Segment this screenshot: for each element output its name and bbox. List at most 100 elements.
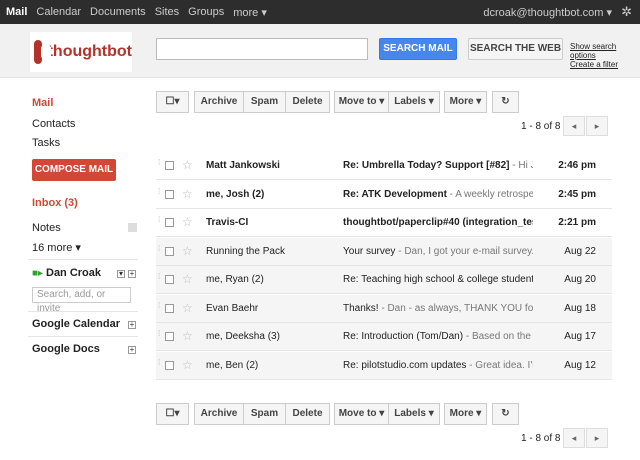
nav-calendar[interactable]: Calendar (36, 6, 81, 19)
add-chat-icon[interactable]: + (128, 270, 136, 278)
row-checkbox[interactable] (165, 189, 174, 199)
labels-button[interactable]: Labels ▾ (388, 91, 440, 113)
email-row[interactable]: ⁞ ☆ Travis-CI thoughtbot/paperclip#40 (inte… (156, 209, 612, 237)
expand-calendar-icon[interactable]: + (128, 321, 136, 329)
email-subject: Thanks! - Dan - as always, THANK YOU for… (343, 303, 533, 314)
drag-handle-icon[interactable]: ⁞ (158, 244, 162, 257)
sidebar-notes[interactable]: Notes (32, 222, 61, 234)
email-row[interactable]: ⁞ ☆ Evan Baehr Thanks! - Dan - as always, T… (156, 294, 612, 323)
email-row[interactable]: ⁞ ☆ me, Josh (2) Re: ATK Development - A we… (156, 181, 612, 209)
email-date: 2:21 pm (558, 217, 596, 228)
robot-icon (34, 40, 51, 64)
chat-options-icon[interactable]: ▾ (117, 270, 125, 278)
email-sender: Travis-CI (206, 217, 249, 228)
star-icon[interactable]: ☆ (182, 358, 193, 372)
email-row[interactable]: ⁞ ☆ Matt Jankowski Re: Umbrella Today? Supp… (156, 152, 612, 180)
google-calendar-gadget[interactable]: Google Calendar (32, 318, 120, 330)
compose-mail-button[interactable]: COMPOSE MAIL (32, 159, 116, 181)
drag-handle-icon[interactable]: ⁞ (158, 216, 162, 228)
email-row[interactable]: ⁞ ☆ me, Deeksha (3) Re: Introduction (Tom/D… (156, 323, 612, 351)
google-docs-gadget[interactable]: Google Docs (32, 343, 100, 355)
star-icon[interactable]: ☆ (182, 158, 193, 172)
notes-label-color[interactable] (128, 223, 137, 232)
star-icon[interactable]: ☆ (182, 301, 193, 315)
move-to-button[interactable]: Move to ▾ (334, 91, 389, 113)
account-menu[interactable]: dcroak@thoughtbot.com ▾ (483, 6, 612, 19)
subject-text: Re: Umbrella Today? Support [#82] (343, 160, 510, 171)
drag-handle-icon[interactable]: ⁞ (158, 301, 162, 314)
email-sender: Matt Jankowski (206, 160, 280, 171)
email-sender: me, Ryan (2) (206, 274, 264, 285)
snippet-text: - Dan, I got your e-mail survey. W (395, 245, 533, 257)
bottom-toolbar: ☐▾ Archive Spam Delete Move to ▾ Labels … (156, 403, 519, 425)
refresh-icon[interactable]: ↻ (492, 403, 519, 425)
archive-button[interactable]: Archive (194, 91, 244, 113)
star-icon[interactable]: ☆ (182, 272, 193, 286)
drag-handle-icon[interactable]: ⁞ (158, 273, 162, 285)
email-row[interactable]: ⁞ ☆ me, Ryan (2) Re: Teaching high school &… (156, 266, 612, 294)
nav-mail[interactable]: Mail (6, 6, 27, 19)
next-page-icon[interactable]: ▸ (586, 116, 608, 136)
search-input[interactable] (156, 38, 368, 60)
snippet-text: - Great idea. I'll loo (469, 359, 533, 371)
nav-sites[interactable]: Sites (155, 6, 179, 19)
show-search-options-link[interactable]: Show search options (570, 42, 640, 60)
star-icon[interactable]: ☆ (182, 215, 193, 229)
search-web-button[interactable]: SEARCH THE WEB (468, 38, 563, 60)
labels-button[interactable]: Labels ▾ (388, 403, 440, 425)
row-checkbox[interactable] (165, 218, 174, 227)
star-icon[interactable]: ☆ (182, 329, 193, 343)
drag-handle-icon[interactable]: ⁞ (158, 187, 162, 200)
chat-search-input[interactable]: Search, add, or invite (32, 287, 131, 314)
nav-more[interactable]: more ▾ (233, 6, 267, 19)
sidebar-contacts[interactable]: Contacts (32, 118, 75, 130)
video-camera-icon: ■▸ (32, 268, 44, 279)
nav-documents[interactable]: Documents (90, 6, 146, 19)
email-row[interactable]: ⁞ ☆ me, Ben (2) Re: pilotstudio.com updates… (156, 351, 612, 380)
row-checkbox[interactable] (165, 246, 174, 256)
more-actions-button[interactable]: More ▾ (444, 91, 487, 113)
sidebar: Mail Contacts Tasks COMPOSE MAIL Inbox (… (0, 78, 150, 460)
subject-text: Re: ATK Development (343, 188, 447, 200)
subject-text: Re: pilotstudio.com updates (343, 359, 467, 371)
create-filter-link[interactable]: Create a filter (570, 60, 640, 69)
star-icon[interactable]: ☆ (182, 187, 193, 201)
sidebar-mail[interactable]: Mail (32, 97, 53, 109)
expand-docs-icon[interactable]: + (128, 346, 136, 354)
drag-handle-icon[interactable]: ⁞ (158, 330, 162, 342)
email-date: Aug 17 (564, 331, 596, 342)
star-icon[interactable]: ☆ (182, 244, 193, 258)
row-checkbox[interactable] (165, 275, 174, 284)
sidebar-tasks[interactable]: Tasks (32, 137, 60, 149)
subject-text: Re: Introduction (Tom/Dan) (343, 331, 464, 342)
drag-handle-icon[interactable]: ⁞ (158, 159, 162, 171)
subject-text: thoughtbot/paperclip#40 (integration_tes… (343, 217, 533, 228)
search-mail-button[interactable]: SEARCH MAIL (379, 38, 457, 60)
delete-button[interactable]: Delete (285, 403, 330, 425)
row-checkbox[interactable] (165, 360, 174, 370)
prev-page-icon[interactable]: ◂ (563, 428, 585, 448)
select-dropdown[interactable]: ☐▾ (156, 91, 189, 113)
gear-icon[interactable]: ✲ (621, 4, 632, 20)
next-page-icon[interactable]: ▸ (586, 428, 608, 448)
thoughtbot-logo[interactable]: thoughtbot (30, 32, 132, 72)
move-to-button[interactable]: Move to ▾ (334, 403, 389, 425)
sidebar-inbox[interactable]: Inbox (3) (32, 197, 78, 209)
select-dropdown[interactable]: ☐▾ (156, 403, 189, 425)
nav-groups[interactable]: Groups (188, 6, 224, 19)
sidebar-more[interactable]: 16 more ▾ (32, 241, 81, 254)
chat-user-name[interactable]: Dan Croak (46, 267, 101, 279)
drag-handle-icon[interactable]: ⁞ (158, 358, 162, 371)
row-checkbox[interactable] (165, 303, 174, 313)
delete-button[interactable]: Delete (285, 91, 330, 113)
refresh-icon[interactable]: ↻ (492, 91, 519, 113)
archive-button[interactable]: Archive (194, 403, 244, 425)
spam-button[interactable]: Spam (243, 91, 286, 113)
email-row[interactable]: ⁞ ☆ Running the Pack Your survey - Dan, I g… (156, 237, 612, 266)
row-checkbox[interactable] (165, 161, 174, 170)
row-checkbox[interactable] (165, 332, 174, 341)
spam-button[interactable]: Spam (243, 403, 286, 425)
more-actions-button[interactable]: More ▾ (444, 403, 487, 425)
email-sender: me, Ben (2) (206, 359, 259, 371)
prev-page-icon[interactable]: ◂ (563, 116, 585, 136)
